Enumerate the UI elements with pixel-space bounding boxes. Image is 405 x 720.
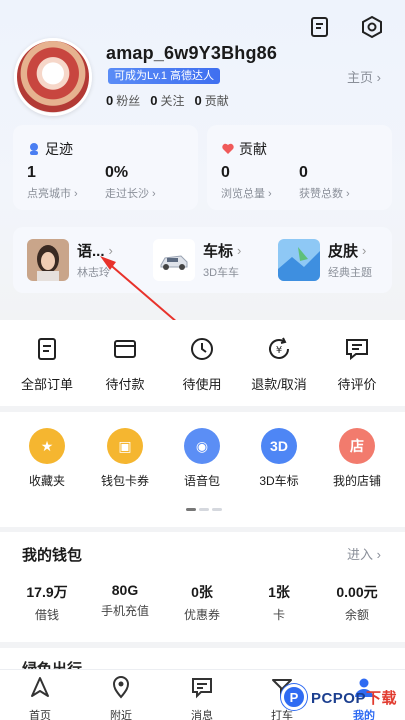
carousel-indicator <box>186 508 222 511</box>
order-list-icon <box>38 338 56 360</box>
username: amap_6w9Y3Bhg86 <box>106 43 278 63</box>
navigation-arrow-icon <box>31 677 49 697</box>
svg-text:¥: ¥ <box>276 345 282 356</box>
watermark-suffix: 下载 <box>365 689 397 707</box>
feature-car-logo[interactable]: 车标 › 3D车车 <box>153 239 241 281</box>
tab-messages[interactable]: 消息 <box>172 675 232 720</box>
contribution-likes[interactable]: 0 获赞总数 › <box>299 164 350 201</box>
heart-icon <box>222 143 234 154</box>
watermark-brand: PCPOP <box>310 689 366 707</box>
wallet-coupons[interactable]: 0张 优惠券 <box>167 582 237 623</box>
wallet-mobile-topup[interactable]: 80G 手机充值 <box>90 582 160 619</box>
order-to-review[interactable]: 待评价 <box>321 336 393 393</box>
store-icon: 店 <box>339 428 375 464</box>
feature-car-title: 车标 <box>203 243 234 260</box>
tool-voice-pack[interactable]: ◉ 语音包 <box>166 428 238 489</box>
car-3d-icon: 3D <box>261 428 297 464</box>
features-card: 语... › 林志玲 车标 › 3D车车 皮肤 › 经典主题 <box>13 227 392 293</box>
orders-section: 全部订单 待付款 待使用 ¥ 退款/取消 待评价 <box>0 320 405 406</box>
feature-skin-title: 皮肤 <box>328 243 359 260</box>
contribution-title: 贡献 <box>239 141 267 157</box>
notes-icon[interactable] <box>307 14 333 40</box>
stat-contribution[interactable]: 0 贡献 <box>195 92 229 109</box>
feature-voice[interactable]: 语... › 林志玲 <box>27 239 113 281</box>
avatar[interactable] <box>14 38 92 116</box>
tab-home[interactable]: 首页 <box>10 675 70 720</box>
wallet-cards[interactable]: 1张卡 <box>244 582 314 623</box>
tool-wallet-coupons[interactable]: ▣ 钱包卡券 <box>89 428 161 489</box>
star-icon: ★ <box>29 428 65 464</box>
order-pending-payment[interactable]: 待付款 <box>89 336 161 393</box>
wallet-balance[interactable]: 0.00元 余额 <box>322 582 392 623</box>
pcpop-watermark: P PCPOP下载 <box>280 684 397 710</box>
feature-skin[interactable]: 皮肤 › 经典主题 <box>278 239 372 281</box>
footprint-city-progress[interactable]: 0% 走过长沙 › <box>105 164 156 201</box>
tool-favorites[interactable]: ★ 收藏夹 <box>11 428 83 489</box>
footprint-icon <box>30 143 38 155</box>
order-refund[interactable]: ¥ 退款/取消 <box>243 336 315 393</box>
skin-thumbnail <box>278 239 320 281</box>
clock-icon <box>191 338 213 360</box>
message-icon <box>192 678 212 699</box>
homepage-link[interactable]: 主页 › <box>347 67 381 86</box>
feature-skin-subtitle: 经典主题 <box>328 267 372 279</box>
tab-nearby[interactable]: 附近 <box>91 675 151 720</box>
stat-fans[interactable]: 0 粉丝 <box>106 92 140 109</box>
profile-stats: 0 粉丝 0 关注 0 贡献 <box>106 92 229 109</box>
contribution-views[interactable]: 0 浏览总量 › <box>221 164 272 201</box>
wallet-icon <box>114 340 136 358</box>
footprint-title: 足迹 <box>45 141 73 157</box>
order-all[interactable]: 全部订单 <box>11 336 83 393</box>
contribution-card[interactable]: 贡献 0 浏览总量 › 0 获赞总数 › <box>207 125 392 210</box>
wallet-title: 我的钱包 <box>22 547 83 564</box>
tool-my-store[interactable]: 店 我的店铺 <box>321 428 393 489</box>
footprint-cities[interactable]: 1 点亮城市 › <box>27 164 78 201</box>
tool-3d-car[interactable]: 3D 3D车标 <box>243 428 315 489</box>
voice-icon: ◉ <box>184 428 220 464</box>
feature-voice-subtitle: 林志玲 <box>77 267 110 279</box>
location-pin-icon <box>112 676 130 699</box>
refund-icon: ¥ <box>269 337 289 359</box>
feature-voice-title: 语... <box>77 243 105 260</box>
comment-icon <box>346 339 368 361</box>
card-icon: ▣ <box>107 428 143 464</box>
feature-car-subtitle: 3D车车 <box>203 267 240 279</box>
level-badge[interactable]: 可成为Lv.1 高德达人 <box>108 68 221 84</box>
wallet-section: 我的钱包 进入 › 17.9万 借钱 80G 手机充值 0张 优惠券 1张卡 0.00… <box>0 532 405 642</box>
voice-thumbnail <box>27 239 69 281</box>
top-icon-bar <box>307 14 385 40</box>
wallet-enter-link[interactable]: 进入 › <box>347 544 381 563</box>
pcpop-logo-icon: P <box>280 684 307 710</box>
stat-following[interactable]: 0 关注 <box>150 92 184 109</box>
wallet-loan[interactable]: 17.9万 借钱 <box>12 582 82 623</box>
car-thumbnail <box>153 239 195 281</box>
settings-icon[interactable] <box>359 14 385 40</box>
order-pending-use[interactable]: 待使用 <box>166 336 238 393</box>
tools-section: ★ 收藏夹 ▣ 钱包卡券 ◉ 语音包 3D 3D车标 店 我的店铺 <box>0 412 405 527</box>
footprint-card[interactable]: 足迹 1 点亮城市 › 0% 走过长沙 › <box>13 125 198 210</box>
